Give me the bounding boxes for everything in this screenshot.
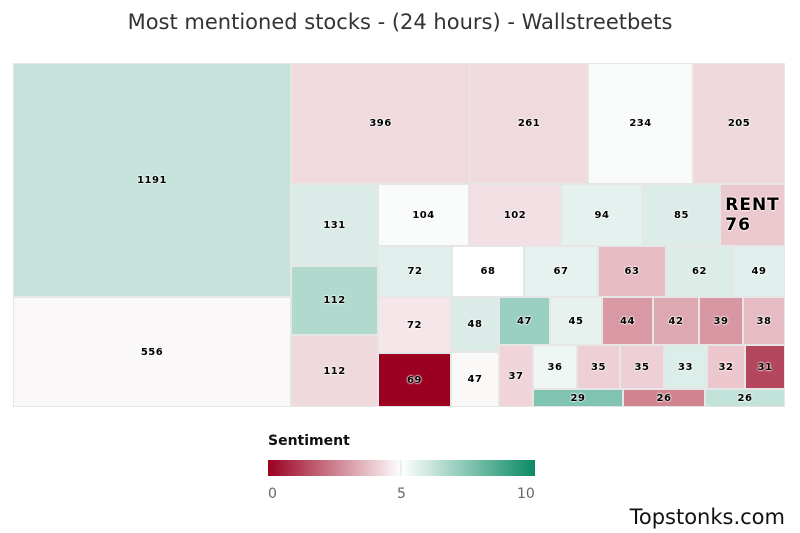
treemap-cell[interactable]: 85 bbox=[643, 184, 720, 246]
treemap-cell-label: 68 bbox=[480, 266, 496, 277]
treemap-cell-label: 47 bbox=[517, 315, 532, 327]
treemap-cell[interactable]: 72 bbox=[378, 297, 451, 353]
treemap-cell-label: 72 bbox=[407, 319, 422, 331]
treemap-cell[interactable]: 72 bbox=[378, 246, 452, 297]
treemap-cell-label: 47 bbox=[467, 374, 483, 385]
treemap-cell-label: 48 bbox=[467, 319, 483, 330]
treemap-cell[interactable]: 44 bbox=[602, 297, 653, 345]
treemap-cell[interactable]: 49 bbox=[733, 246, 785, 297]
treemap: 1191 556 396 261 234 205 131 112 112 104 102 94 85 RE… bbox=[13, 63, 785, 407]
treemap-cell-label: RENT 76 bbox=[725, 195, 780, 235]
treemap-cell-label: 104 bbox=[412, 209, 435, 221]
treemap-cell-label: 39 bbox=[713, 315, 729, 327]
treemap-cell-label: 261 bbox=[517, 118, 541, 129]
treemap-cell[interactable]: 48 bbox=[451, 297, 499, 352]
treemap-cell-label: 26 bbox=[656, 392, 672, 404]
treemap-cell-label: 556 bbox=[140, 346, 164, 358]
treemap-cell[interactable]: 62 bbox=[666, 246, 733, 297]
treemap-cell[interactable]: 396 bbox=[291, 63, 470, 184]
treemap-cell-label: 49 bbox=[751, 266, 767, 277]
treemap-cell[interactable]: 35 bbox=[577, 345, 620, 389]
treemap-cell-label: 234 bbox=[629, 118, 652, 129]
treemap-cell-label: 62 bbox=[692, 266, 707, 277]
treemap-cell[interactable]: 112 bbox=[291, 266, 378, 335]
treemap-cell-label: 205 bbox=[727, 118, 751, 129]
treemap-cell[interactable]: 38 bbox=[743, 297, 785, 345]
treemap-cell[interactable]: 63 bbox=[598, 246, 666, 297]
treemap-cell[interactable]: 45 bbox=[550, 297, 602, 345]
treemap-cell[interactable]: 31 bbox=[745, 345, 785, 389]
treemap-cell-label: 85 bbox=[674, 209, 689, 221]
treemap-cell-label: 36 bbox=[547, 361, 563, 373]
treemap-cell-label: 72 bbox=[407, 266, 423, 277]
treemap-cell[interactable]: 37 bbox=[499, 345, 533, 407]
treemap-cell[interactable]: 104 bbox=[378, 184, 469, 246]
site-watermark: Topstonks.com bbox=[629, 505, 785, 529]
treemap-cell-label: 69 bbox=[407, 374, 422, 386]
treemap-cell-label: 33 bbox=[678, 361, 693, 373]
treemap-cell[interactable]: 131 bbox=[291, 184, 378, 266]
treemap-cell[interactable]: 42 bbox=[653, 297, 699, 345]
treemap-cell-label: 102 bbox=[503, 209, 527, 221]
treemap-cell-label: 26 bbox=[737, 392, 753, 404]
treemap-cell-label: 38 bbox=[756, 315, 772, 327]
treemap-cell[interactable]: 26 bbox=[705, 389, 785, 407]
treemap-cell-label: 42 bbox=[668, 315, 684, 327]
treemap-cell[interactable]: 94 bbox=[561, 184, 643, 246]
treemap-cell[interactable]: 102 bbox=[469, 184, 561, 246]
treemap-cell[interactable]: 205 bbox=[693, 63, 785, 184]
treemap-cell-label: 44 bbox=[620, 315, 635, 327]
treemap-cell-label: 37 bbox=[508, 370, 524, 382]
treemap-cell-label: 131 bbox=[323, 219, 346, 231]
treemap-cell[interactable]: RENT 76 bbox=[720, 184, 785, 246]
treemap-cell-label: 396 bbox=[369, 118, 392, 129]
treemap-cell[interactable]: 67 bbox=[524, 246, 598, 297]
treemap-cell[interactable]: 47 bbox=[499, 297, 550, 345]
treemap-cell[interactable]: 29 bbox=[533, 389, 623, 407]
treemap-cell[interactable]: 1191 bbox=[13, 63, 291, 297]
treemap-cell-label: 63 bbox=[624, 266, 640, 277]
treemap-cell[interactable]: 35 bbox=[620, 345, 664, 389]
treemap-cell[interactable]: 32 bbox=[707, 345, 745, 389]
treemap-cell[interactable]: 556 bbox=[13, 297, 291, 407]
treemap-cell-label: 45 bbox=[568, 315, 584, 327]
treemap-cell-label: 35 bbox=[634, 361, 650, 373]
treemap-cell-label: 1191 bbox=[137, 174, 167, 186]
treemap-cell-label: 35 bbox=[591, 361, 606, 373]
treemap-cell[interactable]: 261 bbox=[470, 63, 588, 184]
legend-tick-max: 10 bbox=[517, 486, 535, 502]
treemap-cell-label: 67 bbox=[553, 266, 569, 277]
treemap-cell[interactable]: 47 bbox=[451, 352, 499, 407]
treemap-cell[interactable]: 36 bbox=[533, 345, 577, 389]
treemap-cell[interactable]: 68 bbox=[452, 246, 524, 297]
chart-title: Most mentioned stocks - (24 hours) - Wal… bbox=[127, 10, 673, 34]
legend-tick-mid: 5 bbox=[397, 486, 406, 502]
treemap-cell[interactable]: 39 bbox=[699, 297, 743, 345]
sentiment-color-scale bbox=[268, 460, 535, 476]
treemap-cell-label: 112 bbox=[323, 365, 346, 377]
treemap-cell[interactable]: 234 bbox=[588, 63, 693, 184]
legend-title: Sentiment bbox=[268, 433, 350, 449]
treemap-cell-label: 32 bbox=[718, 361, 734, 373]
treemap-cell[interactable]: 69 bbox=[378, 353, 451, 407]
legend-tick-min: 0 bbox=[268, 486, 277, 502]
treemap-cell-label: 94 bbox=[594, 209, 610, 221]
treemap-cell[interactable]: 112 bbox=[291, 335, 378, 407]
treemap-cell[interactable]: 26 bbox=[623, 389, 705, 407]
treemap-cell-label: 112 bbox=[323, 295, 346, 306]
treemap-cell-label: 29 bbox=[570, 392, 586, 404]
treemap-cell-label: 31 bbox=[757, 361, 773, 373]
treemap-cell[interactable]: 33 bbox=[664, 345, 707, 389]
